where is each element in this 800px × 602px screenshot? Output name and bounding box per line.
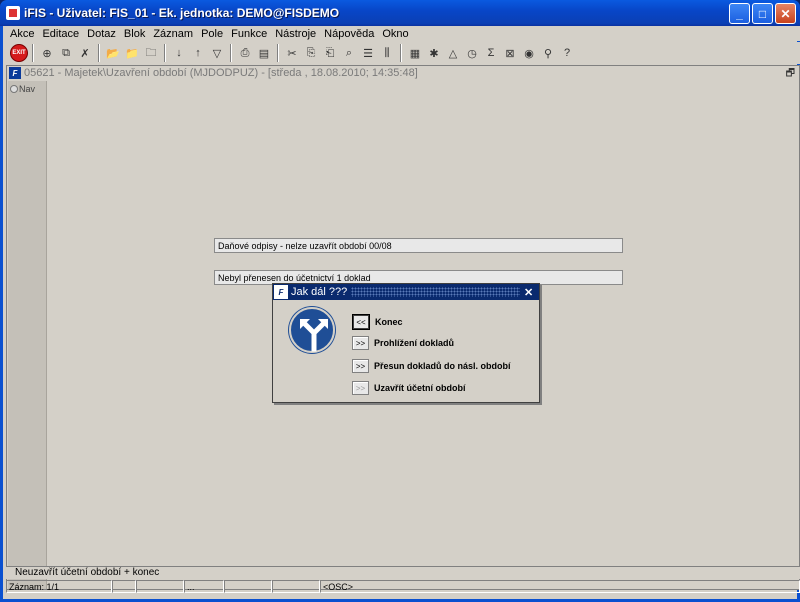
minimize-button[interactable]: _ xyxy=(729,3,750,24)
menu-okno[interactable]: Okno xyxy=(378,28,412,40)
status-cell xyxy=(136,580,184,593)
calendar-icon[interactable]: ▦ xyxy=(406,44,424,62)
what-next-dialog: F Jak dál ??? ✕ << Konec >> Prohlížení d… xyxy=(272,283,540,403)
konec-button[interactable]: << xyxy=(352,314,370,330)
window-controls: _ □ ✕ xyxy=(729,3,796,24)
app-title-bar: iFIS - Uživatel: FIS_01 - Ek. jednotka: … xyxy=(0,0,800,26)
delete-record-icon[interactable]: ✗ xyxy=(76,44,94,62)
toolbar-separator xyxy=(230,44,232,62)
sort-asc-icon[interactable]: ↓ xyxy=(170,44,188,62)
prohlizeni-button[interactable]: >> xyxy=(352,336,369,350)
menu-bar: Akce Editace Dotaz Blok Záznam Pole Funk… xyxy=(6,26,800,41)
exit-icon[interactable]: EXIT xyxy=(10,44,28,62)
option-uzavrit: >> Uzavřít účetní období xyxy=(352,381,466,395)
sum-icon[interactable]: Σ xyxy=(482,44,500,62)
status-cell xyxy=(272,580,320,593)
uzavrit-label: Uzavřít účetní období xyxy=(374,383,466,393)
dialog-close-icon[interactable]: ✕ xyxy=(524,286,536,299)
settings-icon[interactable]: ✱ xyxy=(425,44,443,62)
menu-napoveda[interactable]: Nápověda xyxy=(320,28,378,40)
menu-dotaz[interactable]: Dotaz xyxy=(83,28,120,40)
hint-line: Neuzavřít účetní období + konec xyxy=(6,566,800,579)
toolbar-separator xyxy=(98,44,100,62)
fs-logo-icon: F xyxy=(9,67,21,79)
nav-panel: Nav xyxy=(8,81,47,589)
insert-record-icon[interactable]: ⊕ xyxy=(38,44,56,62)
copy-icon[interactable]: ⎘ xyxy=(302,44,320,62)
help-icon[interactable]: ? xyxy=(558,44,576,62)
toolbar: EXIT ⊕ ⧉ ✗ 📂 📁 🗀 ↓ ↑ ▽ ⎙ ▤ ✂ ⎘ ⎗ ⌕ ☰ ⫼ ▦… xyxy=(6,42,800,64)
export-icon[interactable]: ◉ xyxy=(520,44,538,62)
dialog-title-bar: F Jak dál ??? ✕ xyxy=(273,284,539,300)
close-button[interactable]: ✕ xyxy=(775,3,796,24)
osc-indicator: <OSC> xyxy=(320,580,800,593)
folder-delete-icon[interactable]: 🗀 xyxy=(142,44,160,62)
form-title-bar: F 05621 - Majetek\Uzavření období (MJDOD… xyxy=(7,66,799,80)
nav-dot-icon xyxy=(10,85,18,93)
form-title: 05621 - Majetek\Uzavření období (MJDODPU… xyxy=(24,67,418,79)
maximize-button[interactable]: □ xyxy=(752,3,773,24)
clock-icon[interactable]: ◷ xyxy=(463,44,481,62)
option-prohlizeni[interactable]: >> Prohlížení dokladů xyxy=(352,336,454,350)
dialog-title: Jak dál ??? xyxy=(291,286,348,298)
status-bar: Záznam: 1/1 ... <OSC> xyxy=(6,580,800,594)
app-icon xyxy=(6,6,20,20)
sort-desc-icon[interactable]: ↑ xyxy=(189,44,207,62)
nav-label: Nav xyxy=(19,84,36,94)
status-cell-ellipsis: ... xyxy=(184,580,224,593)
menu-zaznam[interactable]: Záznam xyxy=(149,28,197,40)
toolbar-separator xyxy=(400,44,402,62)
chart-icon[interactable]: △ xyxy=(444,44,462,62)
menu-akce[interactable]: Akce xyxy=(6,28,38,40)
toolbar-separator xyxy=(32,44,34,62)
columns-icon[interactable]: ⫼ xyxy=(378,44,396,62)
menu-editace[interactable]: Editace xyxy=(38,28,83,40)
nav-button[interactable]: Nav xyxy=(10,84,44,94)
cut-icon[interactable]: ✂ xyxy=(283,44,301,62)
menu-funkce[interactable]: Funkce xyxy=(227,28,271,40)
folder-open-icon[interactable]: 📂 xyxy=(104,44,122,62)
folder-save-icon[interactable]: 📁 xyxy=(123,44,141,62)
list-icon[interactable]: ☰ xyxy=(359,44,377,62)
presun-label: Přesun dokladů do násl. období xyxy=(374,361,511,371)
prohlizeni-label: Prohlížení dokladů xyxy=(374,338,455,348)
menu-blok[interactable]: Blok xyxy=(120,28,149,40)
status-cell xyxy=(112,580,136,593)
find-icon[interactable]: ⌕ xyxy=(340,44,358,62)
menu-pole[interactable]: Pole xyxy=(197,28,227,40)
print-preview-icon[interactable]: ▤ xyxy=(255,44,273,62)
road-fork-sign-icon xyxy=(289,307,335,353)
excel-icon[interactable]: ⊠ xyxy=(501,44,519,62)
app-title: iFIS - Uživatel: FIS_01 - Ek. jednotka: … xyxy=(24,6,340,20)
fs-logo-icon: F xyxy=(274,285,288,299)
record-counter: Záznam: 1/1 xyxy=(6,580,112,593)
toolbar-separator xyxy=(277,44,279,62)
print-icon[interactable]: ⎙ xyxy=(236,44,254,62)
toolbar-separator xyxy=(164,44,166,62)
paste-icon[interactable]: ⎗ xyxy=(321,44,339,62)
uzavrit-button: >> xyxy=(352,381,369,395)
status-cell xyxy=(224,580,272,593)
menu-nastroje[interactable]: Nástroje xyxy=(271,28,320,40)
help-search-icon[interactable]: ⚲ xyxy=(539,44,557,62)
title-pattern xyxy=(351,287,520,297)
konec-label: Konec xyxy=(375,317,403,327)
presun-button[interactable]: >> xyxy=(352,359,369,373)
duplicate-record-icon[interactable]: ⧉ xyxy=(57,44,75,62)
filter-icon[interactable]: ▽ xyxy=(208,44,226,62)
message-field-1: Daňové odpisy - nelze uzavřít období 00/… xyxy=(214,238,623,253)
option-presun[interactable]: >> Přesun dokladů do násl. období xyxy=(352,359,511,373)
option-konec[interactable]: << Konec xyxy=(352,314,403,330)
